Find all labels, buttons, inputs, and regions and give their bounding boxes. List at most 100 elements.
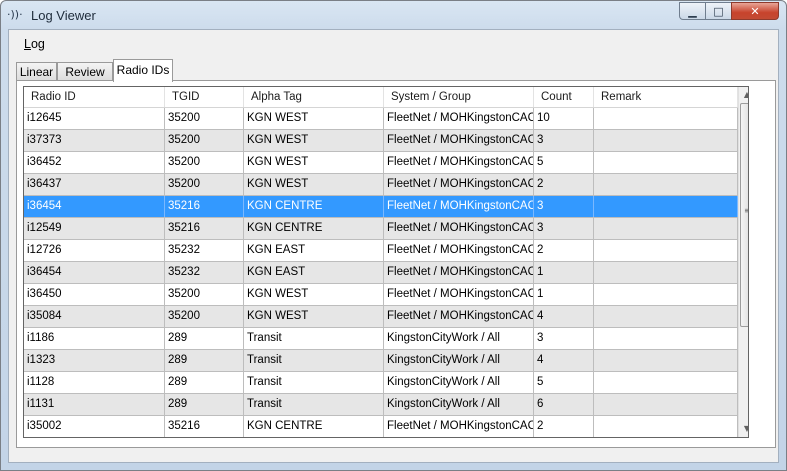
table-row[interactable]: i1131 289 Transit KingstonCityWork / All 6 — [24, 394, 738, 416]
tab-linear[interactable]: Linear — [16, 62, 57, 81]
minimize-button[interactable]: ▁ — [679, 2, 706, 20]
table-row[interactable]: i36454 35216 KGN CENTRE FleetNet / MOHKings… — [24, 196, 738, 218]
cell-system-group[interactable]: FleetNet / MOHKingstonCACC — [384, 416, 534, 437]
cell-remark[interactable] — [594, 306, 738, 327]
cell-system-group[interactable]: FleetNet / MOHKingstonCACC — [384, 262, 534, 283]
cell-remark[interactable] — [594, 416, 738, 437]
cell-alpha-tag[interactable]: Transit — [244, 394, 384, 415]
cell-count[interactable]: 3 — [534, 130, 594, 151]
cell-tgid[interactable]: 35200 — [165, 130, 244, 151]
cell-tgid[interactable]: 289 — [165, 394, 244, 415]
close-button[interactable]: ✕ — [731, 2, 779, 20]
tab-review[interactable]: Review — [57, 62, 113, 81]
cell-count[interactable]: 6 — [534, 394, 594, 415]
cell-remark[interactable] — [594, 284, 738, 305]
cell-remark[interactable] — [594, 240, 738, 261]
maximize-button[interactable]: □ — [705, 2, 732, 20]
cell-radio-id[interactable]: i1128 — [24, 372, 165, 393]
table-row[interactable]: i12549 35216 KGN CENTRE FleetNet / MOHKings… — [24, 218, 738, 240]
cell-radio-id[interactable]: i35084 — [24, 306, 165, 327]
column-header-alpha-tag[interactable]: Alpha Tag — [244, 87, 384, 107]
scroll-up-icon[interactable]: ▲ — [739, 87, 748, 103]
column-header-count[interactable]: Count — [534, 87, 594, 107]
cell-tgid[interactable]: 289 — [165, 328, 244, 349]
cell-tgid[interactable]: 35216 — [165, 196, 244, 217]
tab-radio-ids[interactable]: Radio IDs — [113, 59, 173, 82]
cell-remark[interactable] — [594, 196, 738, 217]
cell-remark[interactable] — [594, 218, 738, 239]
table-row[interactable]: i12645 35200 KGN WEST FleetNet / MOHKingsto… — [24, 108, 738, 130]
cell-radio-id[interactable]: i1131 — [24, 394, 165, 415]
cell-radio-id[interactable]: i36452 — [24, 152, 165, 173]
cell-radio-id[interactable]: i36454 — [24, 262, 165, 283]
cell-alpha-tag[interactable]: Transit — [244, 372, 384, 393]
cell-count[interactable]: 3 — [534, 218, 594, 239]
column-header-radio-id[interactable]: Radio ID — [24, 87, 165, 107]
cell-system-group[interactable]: FleetNet / MOHKingstonCACC — [384, 152, 534, 173]
cell-alpha-tag[interactable]: KGN WEST — [244, 174, 384, 195]
cell-alpha-tag[interactable]: KGN WEST — [244, 108, 384, 129]
table-row[interactable]: i36437 35200 KGN WEST FleetNet / MOHKingsto… — [24, 174, 738, 196]
cell-tgid[interactable]: 35200 — [165, 108, 244, 129]
cell-count[interactable]: 2 — [534, 416, 594, 437]
cell-system-group[interactable]: FleetNet / MOHKingstonCACC — [384, 196, 534, 217]
cell-tgid[interactable]: 35200 — [165, 306, 244, 327]
cell-alpha-tag[interactable]: KGN WEST — [244, 130, 384, 151]
cell-tgid[interactable]: 35200 — [165, 174, 244, 195]
cell-alpha-tag[interactable]: Transit — [244, 328, 384, 349]
cell-alpha-tag[interactable]: KGN WEST — [244, 152, 384, 173]
menu-log[interactable]: Log — [24, 37, 45, 51]
cell-tgid[interactable]: 35216 — [165, 416, 244, 437]
cell-remark[interactable] — [594, 262, 738, 283]
table-row[interactable]: i1128 289 Transit KingstonCityWork / All 5 — [24, 372, 738, 394]
scrollbar-thumb[interactable]: ≡ — [740, 103, 748, 327]
cell-alpha-tag[interactable]: KGN EAST — [244, 262, 384, 283]
cell-alpha-tag[interactable]: KGN CENTRE — [244, 416, 384, 437]
cell-remark[interactable] — [594, 372, 738, 393]
cell-tgid[interactable]: 35232 — [165, 262, 244, 283]
cell-count[interactable]: 3 — [534, 328, 594, 349]
table-row[interactable]: i35084 35200 KGN WEST FleetNet / MOHKingsto… — [24, 306, 738, 328]
cell-remark[interactable] — [594, 394, 738, 415]
cell-tgid[interactable]: 35200 — [165, 152, 244, 173]
cell-count[interactable]: 2 — [534, 174, 594, 195]
cell-alpha-tag[interactable]: KGN WEST — [244, 284, 384, 305]
title-bar[interactable]: ·))· Log Viewer ▁ □ ✕ — [1, 1, 786, 29]
cell-radio-id[interactable]: i37373 — [24, 130, 165, 151]
vertical-scrollbar[interactable]: ▲ ≡ ▼ — [738, 87, 748, 437]
cell-system-group[interactable]: FleetNet / MOHKingstonCACC — [384, 130, 534, 151]
cell-system-group[interactable]: KingstonCityWork / All — [384, 350, 534, 371]
cell-radio-id[interactable]: i35002 — [24, 416, 165, 437]
cell-remark[interactable] — [594, 152, 738, 173]
cell-system-group[interactable]: FleetNet / MOHKingstonCACC — [384, 174, 534, 195]
cell-remark[interactable] — [594, 328, 738, 349]
cell-system-group[interactable]: FleetNet / MOHKingstonCACC — [384, 284, 534, 305]
cell-count[interactable]: 5 — [534, 372, 594, 393]
cell-count[interactable]: 2 — [534, 240, 594, 261]
cell-count[interactable]: 1 — [534, 262, 594, 283]
table-row[interactable]: i37373 35200 KGN WEST FleetNet / MOHKingsto… — [24, 130, 738, 152]
cell-system-group[interactable]: FleetNet / MOHKingstonCACC — [384, 240, 534, 261]
cell-tgid[interactable]: 289 — [165, 350, 244, 371]
cell-radio-id[interactable]: i1323 — [24, 350, 165, 371]
cell-alpha-tag[interactable]: KGN WEST — [244, 306, 384, 327]
cell-radio-id[interactable]: i12726 — [24, 240, 165, 261]
cell-alpha-tag[interactable]: KGN CENTRE — [244, 218, 384, 239]
cell-remark[interactable] — [594, 108, 738, 129]
cell-alpha-tag[interactable]: KGN CENTRE — [244, 196, 384, 217]
cell-radio-id[interactable]: i36437 — [24, 174, 165, 195]
cell-system-group[interactable]: FleetNet / MOHKingstonCACC — [384, 306, 534, 327]
cell-system-group[interactable]: KingstonCityWork / All — [384, 328, 534, 349]
table-row[interactable]: i36450 35200 KGN WEST FleetNet / MOHKingsto… — [24, 284, 738, 306]
cell-tgid[interactable]: 35200 — [165, 284, 244, 305]
table-row[interactable]: i1186 289 Transit KingstonCityWork / All 3 — [24, 328, 738, 350]
cell-count[interactable]: 3 — [534, 196, 594, 217]
cell-radio-id[interactable]: i12645 — [24, 108, 165, 129]
column-header-tgid[interactable]: TGID — [165, 87, 244, 107]
table-row[interactable]: i36454 35232 KGN EAST FleetNet / MOHKingsto… — [24, 262, 738, 284]
cell-tgid[interactable]: 289 — [165, 372, 244, 393]
cell-system-group[interactable]: FleetNet / MOHKingstonCACC — [384, 218, 534, 239]
cell-remark[interactable] — [594, 174, 738, 195]
table-row[interactable]: i35002 35216 KGN CENTRE FleetNet / MOHKings… — [24, 416, 738, 437]
cell-system-group[interactable]: FleetNet / MOHKingstonCACC — [384, 108, 534, 129]
